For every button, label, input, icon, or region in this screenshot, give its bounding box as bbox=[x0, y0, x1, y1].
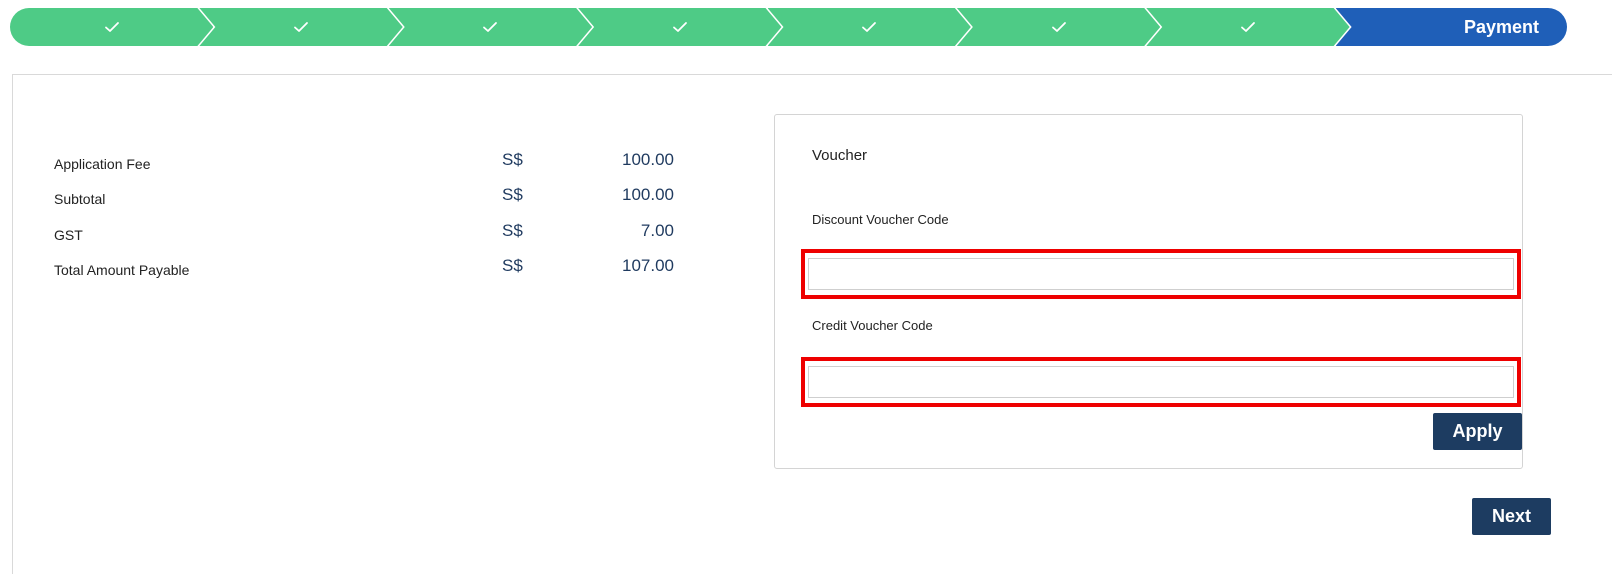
step-5 bbox=[768, 8, 971, 46]
fee-row-subtotal: Subtotal S$ 100.00 bbox=[54, 185, 674, 211]
voucher-title: Voucher bbox=[812, 147, 868, 164]
fee-amount: 107.00 bbox=[622, 256, 674, 275]
step-payment: Payment bbox=[1335, 8, 1567, 46]
credit-voucher-input[interactable] bbox=[808, 366, 1514, 398]
check-icon bbox=[481, 18, 499, 36]
voucher-card: Voucher Discount Voucher Code Credit Vou… bbox=[774, 114, 1523, 469]
fee-amount: 100.00 bbox=[622, 150, 674, 169]
check-icon bbox=[1239, 18, 1257, 36]
fee-currency: S$ bbox=[502, 185, 523, 204]
check-icon bbox=[860, 18, 878, 36]
fee-amount: 100.00 bbox=[622, 185, 674, 204]
step-4 bbox=[578, 8, 781, 46]
fee-label: GST bbox=[54, 227, 83, 243]
next-button[interactable]: Next bbox=[1472, 498, 1551, 535]
fee-label: Subtotal bbox=[54, 191, 106, 207]
step-1 bbox=[10, 8, 213, 46]
discount-voucher-highlight bbox=[801, 249, 1521, 299]
fee-row-total: Total Amount Payable S$ 107.00 bbox=[54, 256, 674, 282]
fee-currency: S$ bbox=[502, 150, 523, 169]
fee-row-gst: GST S$ 7.00 bbox=[54, 221, 674, 247]
fee-row-application: Application Fee S$ 100.00 bbox=[54, 150, 674, 176]
check-icon bbox=[103, 18, 121, 36]
step-6 bbox=[957, 8, 1160, 46]
fee-currency: S$ bbox=[502, 256, 523, 275]
step-payment-label: Payment bbox=[1463, 16, 1539, 37]
check-icon bbox=[671, 18, 689, 36]
step-2 bbox=[199, 8, 402, 46]
fee-currency: S$ bbox=[502, 221, 523, 240]
fee-amount: 7.00 bbox=[640, 221, 674, 240]
check-icon bbox=[292, 18, 310, 36]
step-3 bbox=[389, 8, 592, 46]
fee-label: Total Amount Payable bbox=[54, 262, 190, 278]
discount-voucher-input[interactable] bbox=[808, 258, 1514, 290]
progress-stepper: Payment bbox=[10, 8, 1567, 46]
discount-voucher-label: Discount Voucher Code bbox=[812, 212, 949, 227]
fee-label: Application Fee bbox=[54, 156, 151, 172]
credit-voucher-highlight bbox=[801, 357, 1521, 407]
credit-voucher-label: Credit Voucher Code bbox=[812, 318, 933, 333]
step-7 bbox=[1146, 8, 1349, 46]
check-icon bbox=[1050, 18, 1068, 36]
apply-button[interactable]: Apply bbox=[1433, 413, 1522, 450]
